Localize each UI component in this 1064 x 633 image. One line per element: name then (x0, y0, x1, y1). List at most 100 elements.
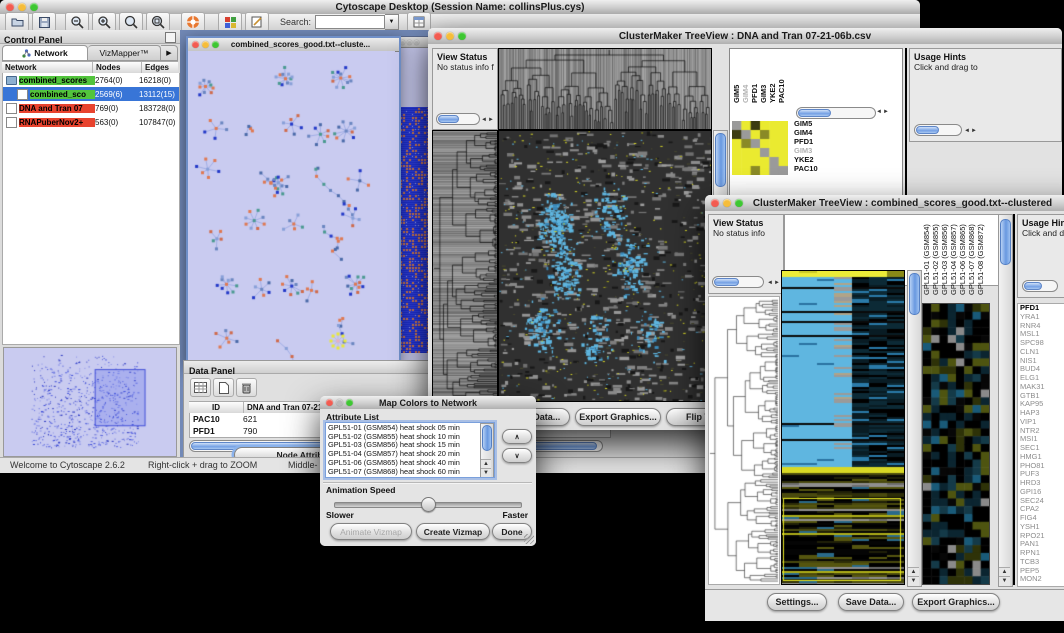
gene-label[interactable]: HMG1 (1020, 453, 1064, 462)
gene-label[interactable]: GIM3 (794, 146, 818, 155)
gene-label[interactable]: RNR4 (1020, 322, 1064, 331)
tv2-status-scrollbar[interactable] (712, 276, 764, 288)
gene-label[interactable]: CLN1 (1020, 348, 1064, 357)
zoom-fit-icon[interactable] (146, 12, 170, 32)
table-mode-icon[interactable] (190, 378, 211, 397)
tv2-export-graphics-button[interactable]: Export Graphics... (912, 593, 1000, 611)
background-network-frame[interactable] (397, 36, 430, 362)
animation-speed-slider-thumb[interactable] (421, 497, 436, 512)
close-icon[interactable] (6, 3, 14, 11)
tv1-summary-heatmap[interactable] (732, 121, 788, 175)
tv2-zoom-heatmap[interactable] (922, 303, 990, 585)
gene-label[interactable]: SEC1 (1020, 444, 1064, 453)
gene-label[interactable]: SPC98 (1020, 339, 1064, 348)
gene-label[interactable]: PFD1 (794, 137, 818, 146)
gene-label[interactable]: MON2 (1020, 575, 1064, 584)
tv2-heatmap[interactable] (781, 270, 905, 585)
tv1-heatmap[interactable] (498, 130, 712, 402)
attribute-item[interactable]: GPL51-07 (GSM868) heat shock 60 min (328, 468, 492, 477)
zoom-window-icon[interactable] (30, 3, 38, 11)
gene-label[interactable]: PEP5 (1020, 567, 1064, 576)
close-icon[interactable] (326, 399, 333, 406)
resize-grip[interactable] (524, 534, 534, 544)
network-overview-thumbnail[interactable] (3, 347, 177, 457)
scroll-right-icon[interactable]: ► (883, 107, 889, 117)
gene-label[interactable]: PAC10 (794, 164, 818, 173)
network-table-row[interactable]: combined_scores 2764(0) 16218(0) (3, 73, 179, 87)
gene-label[interactable]: TCB3 (1020, 558, 1064, 567)
tv1-summary-hscrollbar[interactable] (796, 107, 876, 119)
minimize-icon[interactable] (18, 3, 26, 11)
gene-label[interactable]: GIM5 (794, 119, 818, 128)
gene-label[interactable]: YRA1 (1020, 313, 1064, 322)
tv1-export-graphics-button[interactable]: Export Graphics... (575, 408, 661, 426)
move-down-button[interactable]: ∨ (502, 448, 532, 463)
scroll-right-icon[interactable]: ► (971, 126, 977, 136)
tv1-row-dendrogram[interactable] (432, 130, 498, 402)
move-up-button[interactable]: ∧ (502, 429, 532, 444)
gene-label[interactable]: MAK31 (1020, 383, 1064, 392)
zoom-window-icon[interactable] (346, 399, 353, 406)
gene-label[interactable]: MSI1 (1020, 435, 1064, 444)
zoom-window-icon[interactable] (735, 199, 743, 207)
zoom-out-icon[interactable] (65, 12, 89, 32)
gene-label[interactable]: PFD1 (1020, 304, 1064, 313)
tv2-heatmap-vscrollbar[interactable]: ▲▼ (907, 270, 922, 587)
tv1-column-dendrogram[interactable] (498, 48, 712, 130)
gene-label[interactable]: RPO21 (1020, 532, 1064, 541)
gene-label[interactable]: PAN1 (1020, 540, 1064, 549)
minimize-icon[interactable] (202, 41, 209, 48)
gene-label[interactable]: YSH1 (1020, 523, 1064, 532)
attribute-list-scrollbar[interactable]: ▲▼ (480, 423, 494, 478)
close-icon[interactable] (434, 32, 442, 40)
gene-label[interactable]: FIG4 (1020, 514, 1064, 523)
zoom-window-icon[interactable] (458, 32, 466, 40)
gene-label[interactable]: CPA2 (1020, 505, 1064, 514)
tv2-zoom-vscrollbar[interactable]: ▲▼ (998, 214, 1013, 587)
scroll-left-icon[interactable]: ◄ (767, 278, 773, 288)
search-input[interactable] (315, 15, 385, 29)
gene-label[interactable]: NIS1 (1020, 357, 1064, 366)
delete-attribute-trash-icon[interactable] (236, 378, 257, 397)
tv2-settings-button[interactable]: Settings... (767, 593, 827, 611)
dense-network-canvas[interactable] (399, 107, 428, 353)
search-dropdown-icon[interactable]: ▼ (385, 14, 399, 30)
tv2-save-data-button[interactable]: Save Data... (838, 593, 904, 611)
zoom-in-icon[interactable] (92, 12, 116, 32)
gene-label[interactable]: GIM4 (794, 128, 818, 137)
minimize-icon[interactable] (723, 199, 731, 207)
tv2-row-dendrogram[interactable] (708, 296, 780, 585)
gene-label[interactable]: VIP1 (1020, 418, 1064, 427)
scroll-left-icon[interactable]: ◄ (481, 115, 487, 125)
create-vizmap-button[interactable]: Create Vizmap (416, 523, 490, 540)
network-view-canvas[interactable] (188, 51, 395, 360)
gene-label[interactable]: KAP95 (1020, 400, 1064, 409)
open-file-icon[interactable] (5, 12, 29, 32)
network-table-row[interactable]: combined_sco 2569(6) 13112(15) (3, 87, 179, 101)
gene-label[interactable]: SEC24 (1020, 497, 1064, 506)
gene-label[interactable]: PUF3 (1020, 470, 1064, 479)
tab-overflow-arrow-icon[interactable]: ▶ (161, 45, 178, 61)
tab-network[interactable]: Network (2, 45, 88, 61)
gene-label[interactable]: GTB1 (1020, 392, 1064, 401)
minimize-icon[interactable] (407, 40, 412, 45)
minimize-icon[interactable] (446, 32, 454, 40)
annotation-note-icon[interactable] (245, 12, 269, 32)
gene-label[interactable]: HAP3 (1020, 409, 1064, 418)
float-panel-icon[interactable] (165, 32, 176, 43)
network-table-row[interactable]: RNAPuberNov2+ 563(0) 107847(0) (3, 115, 179, 129)
tv2-titlebar[interactable]: ClusterMaker TreeView : combined_scores_… (705, 195, 1064, 212)
vizmapper-palette-icon[interactable] (218, 12, 242, 32)
gene-label[interactable]: RPN1 (1020, 549, 1064, 558)
network-view-frame[interactable]: combined_scores_good.txt--cluste... (186, 36, 401, 366)
help-lifesaver-icon[interactable] (181, 12, 205, 32)
network-table-row[interactable]: DNA and Tran 07 769(0) 183728(0) (3, 101, 179, 115)
gene-label[interactable]: GPI16 (1020, 488, 1064, 497)
zoom-selected-icon[interactable] (119, 12, 143, 32)
minimize-icon[interactable] (336, 399, 343, 406)
gene-label[interactable]: YKE2 (794, 155, 818, 164)
scroll-left-icon[interactable]: ◄ (964, 126, 970, 136)
animate-vizmap-button[interactable]: Animate Vizmap (330, 523, 412, 540)
scroll-left-icon[interactable]: ◄ (876, 107, 882, 117)
gene-label[interactable]: NTR2 (1020, 427, 1064, 436)
